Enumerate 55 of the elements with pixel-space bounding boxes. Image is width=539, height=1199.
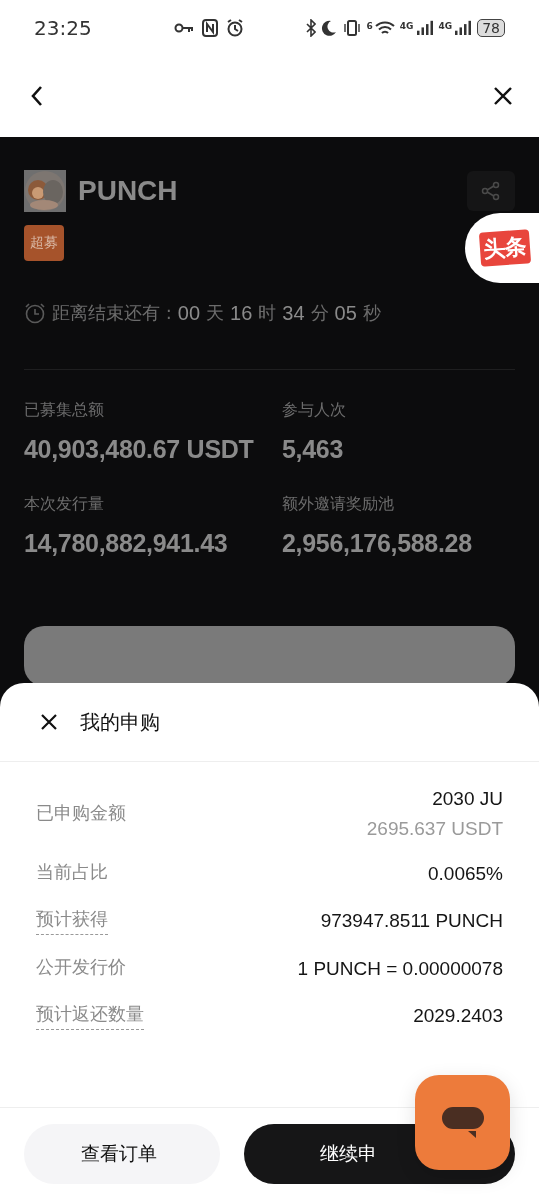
moon-icon [320, 19, 337, 36]
row-value: 2695.637 USDT [366, 818, 503, 840]
row-label: 当前占比 [36, 860, 108, 884]
stat-label: 额外邀请奖励池 [282, 494, 394, 515]
stat-label: 参与人次 [282, 400, 346, 421]
row-value: 2029.2403 [413, 1005, 503, 1027]
wifi-tag: 6 [366, 20, 373, 31]
alarm-icon [226, 18, 244, 37]
countdown-unit: 分 [310, 301, 329, 325]
row-label[interactable]: 预计获得 [36, 907, 108, 935]
stat-value: 14,780,882,941.43 [24, 529, 228, 558]
row-label[interactable]: 预计返还数量 [36, 1002, 144, 1030]
row-value: 1 PUNCH = 0.00000078 [297, 957, 503, 980]
news-logo: 头条 [478, 229, 532, 267]
row-value: 2030 JU [432, 788, 503, 810]
row-value: 0.0065% [428, 862, 503, 885]
network-tag: 4G [399, 20, 414, 31]
nfc-icon [202, 18, 218, 37]
news-badge[interactable]: 头条 [465, 213, 539, 283]
share-icon [481, 181, 501, 201]
countdown-unit: 秒 [362, 301, 381, 325]
stat-value: 2,956,176,588.28 [282, 529, 472, 558]
stat-label: 本次发行量 [24, 494, 104, 515]
orders-button[interactable]: 查看订单 [24, 1124, 220, 1184]
project-tag: 超募 [24, 225, 64, 261]
project-name: PUNCH [78, 175, 179, 207]
stat-value: 5,463 [282, 435, 344, 464]
stat-value: 40,903,480.67 USDT [24, 435, 254, 464]
action-button[interactable] [24, 626, 515, 686]
countdown-number: 34 [282, 301, 305, 325]
wifi-icon [374, 19, 395, 36]
row-label: 公开发行价 [36, 955, 126, 979]
clock-icon [24, 302, 46, 324]
row-label: 已申购金额 [36, 800, 126, 825]
close-button[interactable] [493, 86, 513, 106]
signal-icon [415, 19, 434, 36]
bluetooth-icon [305, 18, 316, 37]
countdown-unit: 天 [206, 301, 225, 325]
row-value: 973947.8511 PUNCH [320, 910, 503, 932]
chat-button[interactable] [415, 1075, 510, 1170]
stat-label: 已募集总额 [24, 400, 104, 421]
countdown-number: 00 [177, 301, 201, 325]
network-tag: 4G [438, 20, 453, 31]
countdown-number: 16 [230, 301, 253, 325]
countdown-number: 05 [334, 301, 357, 325]
signal-icon [454, 19, 473, 36]
close-button[interactable] [40, 713, 58, 731]
back-button[interactable] [30, 85, 44, 107]
countdown-unit: 时 [258, 301, 277, 325]
status-time: 23:25 [34, 15, 93, 40]
chat-bubble-icon [439, 1104, 486, 1141]
vibrate-icon [341, 18, 362, 37]
sheet-title: 我的申购 [80, 708, 160, 736]
battery-level: 78 [477, 18, 505, 37]
countdown-label: 距离结束还有 : [52, 301, 172, 325]
